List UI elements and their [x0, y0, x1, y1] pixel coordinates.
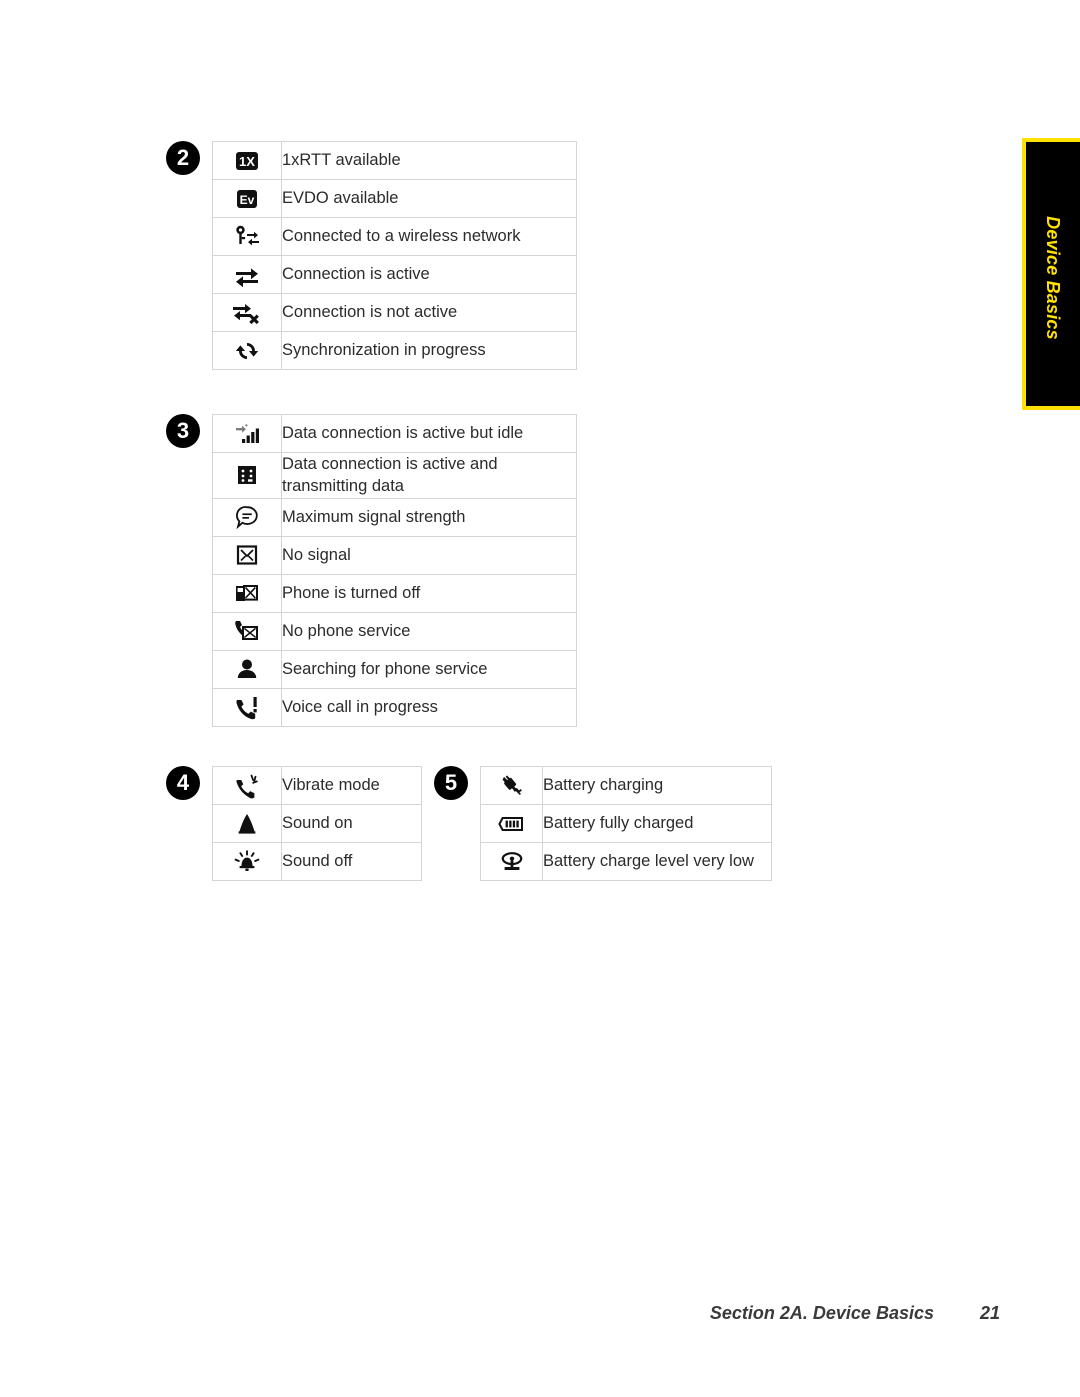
vibrate-mode-icon: [234, 773, 260, 799]
searching-for-service-icon: [235, 656, 259, 682]
icon-cell: [212, 535, 282, 575]
connection-not-active-icon: [232, 300, 262, 326]
icon-cell: [212, 293, 282, 332]
icon-cell: [212, 452, 282, 499]
icon-cell: [212, 842, 282, 881]
table-row: Battery charge level very low: [480, 842, 772, 881]
row-label: Voice call in progress: [281, 687, 577, 727]
table-row: Connection is not active: [212, 293, 577, 332]
sound-on-icon: [234, 811, 260, 837]
table-row: No phone service: [212, 611, 577, 651]
row-label: Connection is not active: [281, 293, 577, 332]
table-row: Battery fully charged: [480, 804, 772, 843]
side-tab-device-basics: Device Basics: [1022, 138, 1080, 410]
row-label: Sound off: [281, 842, 422, 881]
svg-text:Ev: Ev: [240, 193, 255, 207]
block-marker-5: 5: [434, 766, 468, 800]
footer-page-number: 21: [980, 1303, 1001, 1323]
sync-in-progress-icon: [234, 339, 260, 363]
footer-section-title: Section 2A. Device Basics: [709, 1303, 934, 1323]
data-transmitting-icon: [234, 462, 260, 488]
block-marker-4: 4: [166, 766, 200, 800]
icon-table-2: 1X 1xRTT available Ev EVDO available Con…: [212, 141, 577, 370]
icon-block-2: 2 1X 1xRTT available Ev EVDO available C…: [166, 141, 577, 370]
row-label: Sound on: [281, 804, 422, 843]
page-footer: Section 2A. Device Basics 21: [0, 1303, 1080, 1324]
row-label: Connection is active: [281, 255, 577, 294]
icon-cell: [212, 217, 282, 256]
row-label: No signal: [281, 535, 577, 575]
icon-cell: [212, 573, 282, 613]
icon-cell: 1X: [212, 141, 282, 180]
table-row: Connection is active: [212, 255, 577, 294]
icon-cell: [212, 804, 282, 843]
table-row: Phone is turned off: [212, 573, 577, 613]
icon-cell: [212, 331, 282, 370]
table-row: Maximum signal strength: [212, 497, 577, 537]
table-row: Data connection is active and transmitti…: [212, 452, 577, 499]
table-row: 1X 1xRTT available: [212, 141, 577, 180]
row-label: Data connection is active but idle: [281, 414, 577, 453]
phone-off-icon: [233, 580, 261, 606]
row-label: Data connection is active and transmitti…: [281, 452, 577, 499]
table-row: Voice call in progress: [212, 687, 577, 727]
icon-table-5: Battery charging Battery fully charged B…: [480, 766, 772, 881]
row-label: Battery charging: [542, 766, 772, 805]
row-label: Vibrate mode: [281, 766, 422, 805]
sound-off-icon: [233, 849, 261, 875]
icon-cell: Ev: [212, 179, 282, 218]
icon-cell: [212, 497, 282, 537]
table-row: Sound off: [212, 842, 422, 881]
row-label: No phone service: [281, 611, 577, 651]
connection-active-icon: [234, 263, 260, 287]
wireless-network-connected-icon: [233, 224, 261, 250]
row-label: Synchronization in progress: [281, 331, 577, 370]
table-row: Battery charging: [480, 766, 772, 805]
battery-very-low-icon: [498, 850, 526, 874]
block-marker-3: 3: [166, 414, 200, 448]
row-label: Battery fully charged: [542, 804, 772, 843]
evdo-badge-icon: Ev: [234, 186, 260, 212]
icon-block-5: 5 Battery charging Battery fully charged…: [434, 766, 772, 881]
icon-cell: [480, 842, 543, 881]
row-label: Connected to a wireless network: [281, 217, 577, 256]
icon-cell: [212, 687, 282, 727]
icon-block-3: 3 Data connection is active but idle Dat…: [166, 414, 577, 727]
table-row: Vibrate mode: [212, 766, 422, 805]
voice-call-in-progress-icon: [234, 694, 260, 720]
icon-block-4: 4 Vibrate mode Sound on Sound off: [166, 766, 422, 881]
row-label: Searching for phone service: [281, 649, 577, 689]
table-row: Sound on: [212, 804, 422, 843]
table-row: Data connection is active but idle: [212, 414, 577, 453]
table-row: No signal: [212, 535, 577, 575]
table-row: Searching for phone service: [212, 649, 577, 689]
1x-badge-icon: 1X: [234, 148, 260, 174]
maximum-signal-strength-icon: [234, 504, 260, 530]
icon-cell: [480, 804, 543, 843]
row-label: Maximum signal strength: [281, 497, 577, 537]
icon-cell: [212, 255, 282, 294]
table-row: Connected to a wireless network: [212, 217, 577, 256]
no-signal-icon: [234, 542, 260, 568]
row-label: Battery charge level very low: [542, 842, 772, 881]
table-row: Synchronization in progress: [212, 331, 577, 370]
icon-cell: [212, 649, 282, 689]
svg-text:1X: 1X: [239, 154, 255, 169]
icon-table-4: Vibrate mode Sound on Sound off: [212, 766, 422, 881]
icon-table-3: Data connection is active but idle Data: [212, 414, 577, 727]
block-marker-2: 2: [166, 141, 200, 175]
row-label: 1xRTT available: [281, 141, 577, 180]
row-label: Phone is turned off: [281, 573, 577, 613]
table-row: Ev EVDO available: [212, 179, 577, 218]
row-label: EVDO available: [281, 179, 577, 218]
icon-cell: [212, 611, 282, 651]
no-phone-service-icon: [233, 618, 261, 644]
icon-cell: [480, 766, 543, 805]
side-tab-label: Device Basics: [1043, 216, 1064, 340]
battery-full-icon: [497, 813, 526, 835]
data-connection-idle-icon: [233, 421, 261, 447]
icon-cell: [212, 766, 282, 805]
battery-charging-icon: [499, 773, 525, 799]
icon-cell: [212, 414, 282, 453]
